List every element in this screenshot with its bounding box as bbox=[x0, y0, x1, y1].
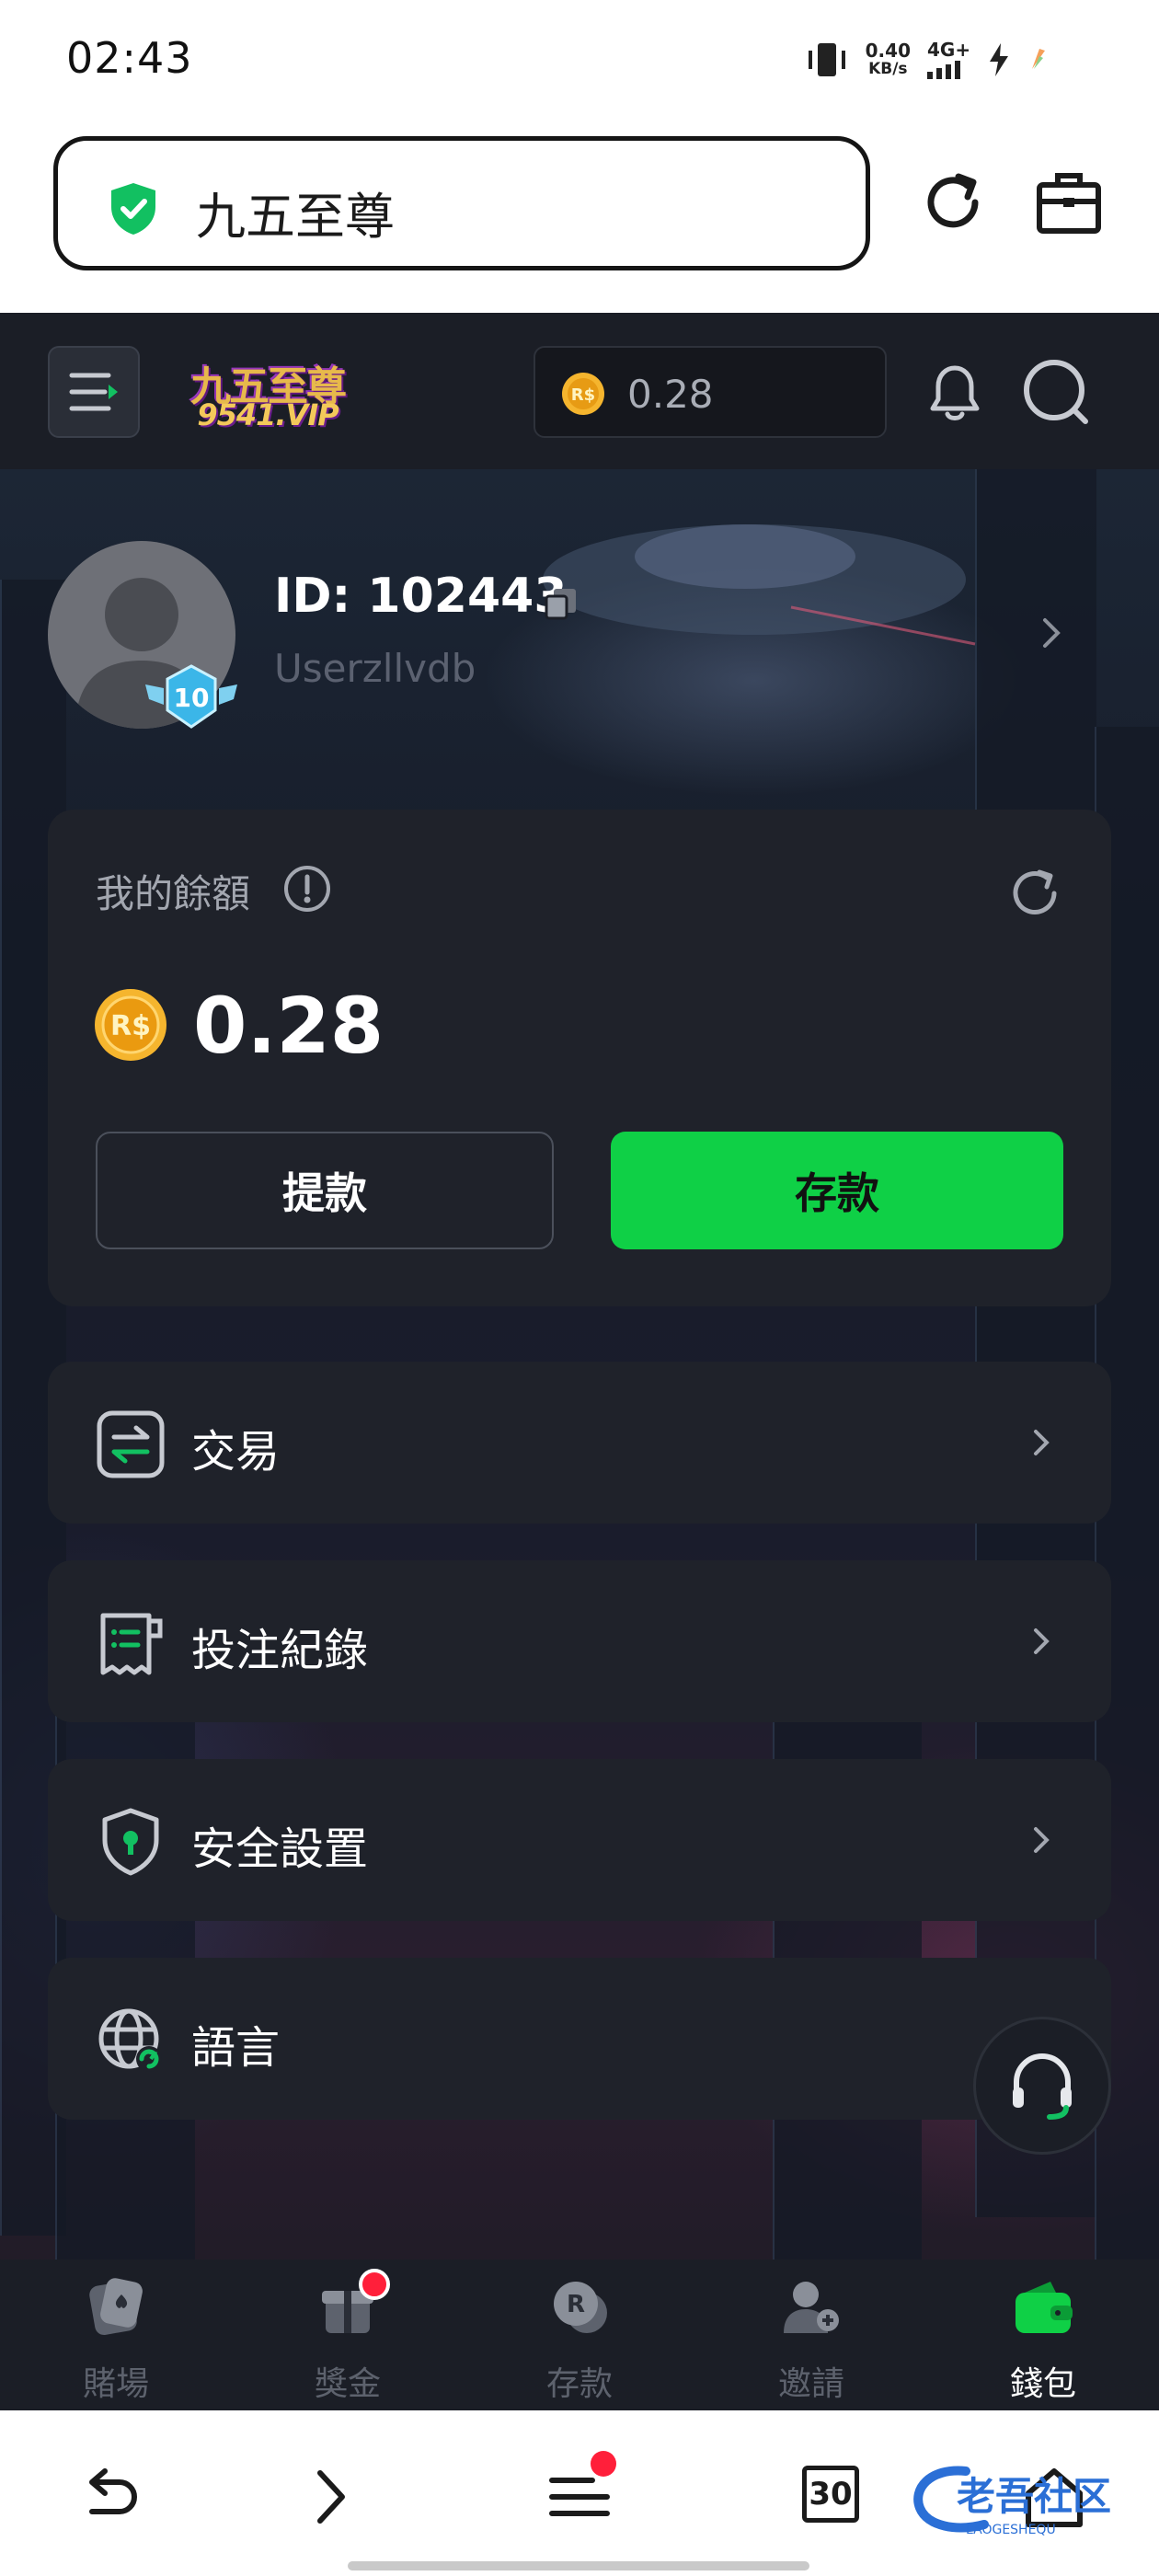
casino-icon bbox=[89, 2278, 143, 2335]
balance-title: 我的餘額 bbox=[96, 871, 251, 916]
header-balance-value: 0.28 bbox=[627, 372, 714, 417]
address-bar[interactable]: 九五至尊 bbox=[53, 136, 870, 270]
bottom-tab-bar: 賭場 獎金 R 存款 邀請 錢包 bbox=[0, 2260, 1159, 2410]
tab-label: 邀請 bbox=[777, 2365, 844, 2403]
vip-level-badge: 10 bbox=[145, 664, 237, 729]
coin-icon: R$ bbox=[95, 989, 166, 1061]
search-icon[interactable] bbox=[1019, 355, 1095, 431]
tab-deposit[interactable]: R 存款 bbox=[464, 2260, 695, 2410]
hamburger-menu-icon bbox=[69, 373, 118, 411]
gesture-handle[interactable] bbox=[348, 2561, 809, 2570]
tab-casino[interactable]: 賭場 bbox=[0, 2260, 232, 2410]
chevron-right-icon bbox=[1034, 1827, 1050, 1853]
menu-item-security[interactable]: 安全設置 bbox=[48, 1759, 1111, 1921]
wallet-icon bbox=[1016, 2282, 1073, 2333]
deposit-button[interactable]: 存款 bbox=[611, 1132, 1063, 1249]
status-bar: 02:43 0.40 KB/s 4G+ bbox=[0, 0, 1159, 129]
net-speed: 0.40 KB/s bbox=[865, 40, 911, 78]
tab-invite[interactable]: 邀請 bbox=[695, 2260, 927, 2410]
refresh-icon[interactable] bbox=[1006, 865, 1063, 922]
menu-item-label: 安全設置 bbox=[191, 1823, 369, 1875]
invite-user-icon bbox=[784, 2282, 839, 2333]
tab-label: 賭場 bbox=[82, 2365, 149, 2403]
charging-icon bbox=[990, 43, 1008, 76]
menu-item-label: 交易 bbox=[191, 1426, 281, 1478]
svg-text:LAOGESHEQU: LAOGESHEQU bbox=[966, 2523, 1056, 2537]
menu-item-bet-history[interactable]: 投注紀錄 bbox=[48, 1560, 1111, 1722]
tab-wallet[interactable]: 錢包 bbox=[927, 2260, 1159, 2410]
chevron-right-icon[interactable] bbox=[1036, 615, 1067, 651]
tab-label: 獎金 bbox=[314, 2365, 381, 2403]
globe-icon bbox=[98, 2008, 162, 2072]
svg-text:老吾社区: 老吾社区 bbox=[957, 2474, 1111, 2519]
status-icons: 0.40 KB/s 4G+ bbox=[805, 37, 1049, 83]
notification-dot bbox=[359, 2269, 390, 2300]
coin-icon: R$ bbox=[562, 373, 604, 415]
deposit-coin-icon: R bbox=[554, 2282, 607, 2333]
menu-button[interactable] bbox=[48, 346, 140, 438]
app-header: 九五至尊 9541.VIP R$ 0.28 bbox=[0, 313, 1159, 469]
vibrate-icon bbox=[808, 43, 845, 76]
customer-support-button[interactable] bbox=[973, 2017, 1111, 2155]
svg-text:R$: R$ bbox=[571, 385, 595, 405]
bell-icon[interactable] bbox=[920, 357, 990, 427]
brand-logo[interactable]: 九五至尊 9541.VIP bbox=[171, 353, 364, 436]
menu-item-language[interactable]: 語言 bbox=[48, 1958, 1111, 2120]
copy-icon[interactable] bbox=[543, 585, 580, 622]
back-icon[interactable] bbox=[74, 2462, 143, 2532]
header-balance[interactable]: R$ 0.28 bbox=[534, 346, 887, 438]
notification-dot bbox=[591, 2451, 616, 2477]
vip-level-text: 10 bbox=[174, 683, 210, 713]
svg-text:R: R bbox=[567, 2291, 585, 2318]
status-time: 02:43 bbox=[66, 33, 193, 83]
address-title: 九五至尊 bbox=[196, 188, 395, 246]
tab-label: 存款 bbox=[545, 2365, 613, 2403]
shield-lock-icon bbox=[102, 1808, 159, 1876]
forward-icon[interactable] bbox=[294, 2462, 364, 2532]
battery-icon bbox=[1032, 49, 1045, 69]
username: Userzllvdb bbox=[274, 646, 476, 691]
chevron-right-icon bbox=[1034, 1430, 1050, 1455]
info-icon[interactable] bbox=[283, 865, 331, 913]
chevron-right-icon bbox=[1034, 1628, 1050, 1654]
menu-item-transactions[interactable]: 交易 bbox=[48, 1362, 1111, 1524]
receipt-icon bbox=[100, 1613, 163, 1675]
tab-bonus[interactable]: 獎金 bbox=[232, 2260, 464, 2410]
logo-subtitle: 9541.VIP bbox=[197, 397, 339, 432]
user-id: ID: 102443 bbox=[274, 569, 568, 624]
watermark-logo: 老吾社区 LAOGESHEQU bbox=[901, 2453, 1150, 2545]
headset-icon bbox=[1013, 2053, 1072, 2120]
transaction-icon bbox=[97, 1410, 165, 1478]
toolbox-icon[interactable] bbox=[1034, 168, 1104, 238]
reload-icon[interactable] bbox=[916, 166, 990, 239]
tabs-count-button[interactable]: 30 bbox=[802, 2466, 859, 2523]
app-view: 九五至尊 9541.VIP R$ 0.28 10 ID: 102443 User… bbox=[0, 313, 1159, 2410]
secure-shield-icon bbox=[111, 183, 155, 235]
menu-item-label: 投注紀錄 bbox=[191, 1625, 369, 1676]
svg-text:R$: R$ bbox=[110, 1010, 151, 1042]
withdraw-button[interactable]: 提款 bbox=[96, 1132, 554, 1249]
tab-label: 錢包 bbox=[1009, 2365, 1076, 2403]
menu-item-label: 語言 bbox=[191, 2022, 281, 2074]
signal-icon: 4G+ bbox=[927, 40, 971, 79]
balance-value: 0.28 bbox=[193, 981, 384, 1071]
balance-card: 我的餘額 R$ 0.28 提款 存款 bbox=[48, 810, 1111, 1306]
spaceship-illustration bbox=[543, 524, 976, 646]
browser-bottom-bar: 30 老吾社区 LAOGESHEQU bbox=[0, 2410, 1159, 2576]
